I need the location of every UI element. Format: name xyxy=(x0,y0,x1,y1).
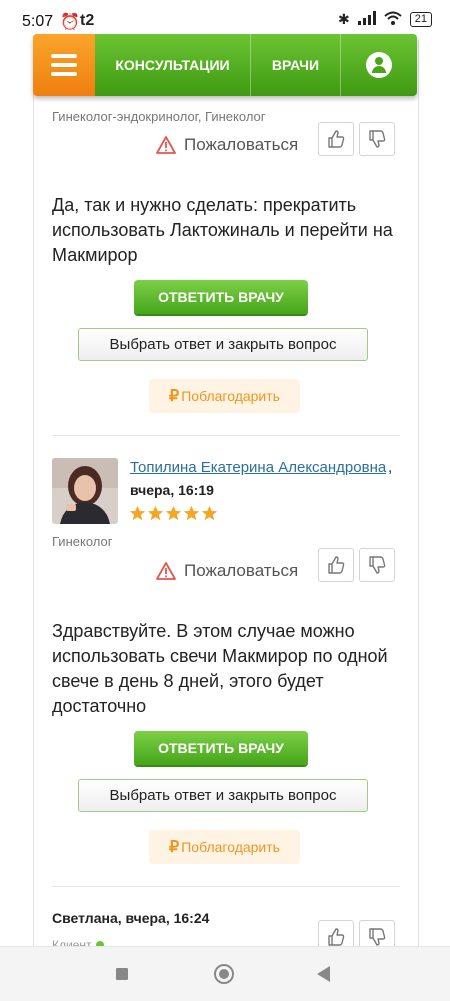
alarm-icon: ⏰ xyxy=(60,14,80,31)
rating-stars xyxy=(129,505,218,522)
like-button[interactable] xyxy=(318,548,354,582)
battery-icon: 21 xyxy=(409,12,432,27)
star-icon xyxy=(201,505,218,521)
nav-consultations[interactable]: КОНСУЛЬТАЦИИ xyxy=(95,34,251,96)
system-nav-bar xyxy=(0,946,450,1001)
thumbs-up-icon xyxy=(328,928,345,946)
star-icon xyxy=(165,505,182,521)
thank-label: Поблагодарить xyxy=(181,388,280,404)
divider xyxy=(52,886,400,887)
dislike-button[interactable] xyxy=(359,548,395,582)
nav-doctors[interactable]: ВРАЧИ xyxy=(251,34,341,96)
nav-green-bar: КОНСУЛЬТАЦИИ ВРАЧИ xyxy=(95,34,417,96)
carrier-label: t2 xyxy=(80,12,95,29)
doctor-specialty: Гинеколог-эндокринолог, Гинеколог xyxy=(52,109,266,124)
thank-label: Поблагодарить xyxy=(181,839,280,855)
hamburger-icon[interactable] xyxy=(33,34,95,96)
recents-icon[interactable] xyxy=(116,968,128,980)
like-button[interactable] xyxy=(318,122,354,156)
nav-user-button[interactable] xyxy=(341,34,417,96)
status-icons: ✱ 21 xyxy=(338,11,432,28)
star-icon xyxy=(129,505,146,521)
answer-text: Да, так и нужно сделать: прекратить испо… xyxy=(52,195,393,265)
doctor-specialty: Гинеколог xyxy=(52,534,113,549)
report-link[interactable]: Пожаловаться xyxy=(156,135,298,155)
author-comma: , xyxy=(388,459,393,476)
home-icon[interactable] xyxy=(214,964,234,984)
doctor-name-link[interactable]: Топилина Екатерина Александровна xyxy=(130,459,386,476)
answer-time: вчера, 16:19 xyxy=(130,482,214,498)
thumbs-up-icon xyxy=(328,556,345,574)
warning-icon xyxy=(156,136,176,154)
thumbs-up-icon xyxy=(328,130,345,148)
thumbs-down-icon xyxy=(369,928,386,946)
thumbs-down-icon xyxy=(369,556,386,574)
thumbs-down-icon xyxy=(369,130,386,148)
bluetooth-icon: ✱ xyxy=(338,11,350,27)
ruble-icon: ₽ xyxy=(169,388,180,405)
top-nav: КОНСУЛЬТАЦИИ ВРАЧИ xyxy=(33,34,417,96)
star-icon xyxy=(183,505,200,521)
wifi-icon xyxy=(384,11,402,28)
report-label: Пожаловаться xyxy=(184,561,299,580)
close-question-button[interactable]: Выбрать ответ и закрыть вопрос xyxy=(78,779,368,812)
thank-button[interactable]: ₽ Поблагодарить xyxy=(149,830,300,864)
status-time: 5:07 xyxy=(22,13,54,30)
reply-doctor-button[interactable]: ОТВЕТИТЬ ВРАЧУ xyxy=(134,731,308,765)
star-icon xyxy=(147,505,164,521)
ruble-icon: ₽ xyxy=(169,839,180,856)
report-link[interactable]: Пожаловаться xyxy=(156,561,298,581)
reply-doctor-button[interactable]: ОТВЕТИТЬ ВРАЧУ xyxy=(134,280,308,314)
close-question-button[interactable]: Выбрать ответ и закрыть вопрос xyxy=(78,328,368,361)
signal-icon xyxy=(357,11,376,28)
report-label: Пожаловаться xyxy=(184,135,299,154)
divider xyxy=(52,435,400,436)
back-icon[interactable] xyxy=(317,966,330,982)
comment-author: Светлана, вчера, 16:24 xyxy=(52,910,210,926)
dislike-button[interactable] xyxy=(359,122,395,156)
warning-icon xyxy=(156,562,176,580)
answer-text: Здравствуйте. В этом случае можно исполь… xyxy=(52,621,388,716)
doctor-avatar[interactable] xyxy=(52,458,118,524)
thank-button[interactable]: ₽ Поблагодарить xyxy=(149,379,300,413)
user-icon xyxy=(366,52,392,78)
